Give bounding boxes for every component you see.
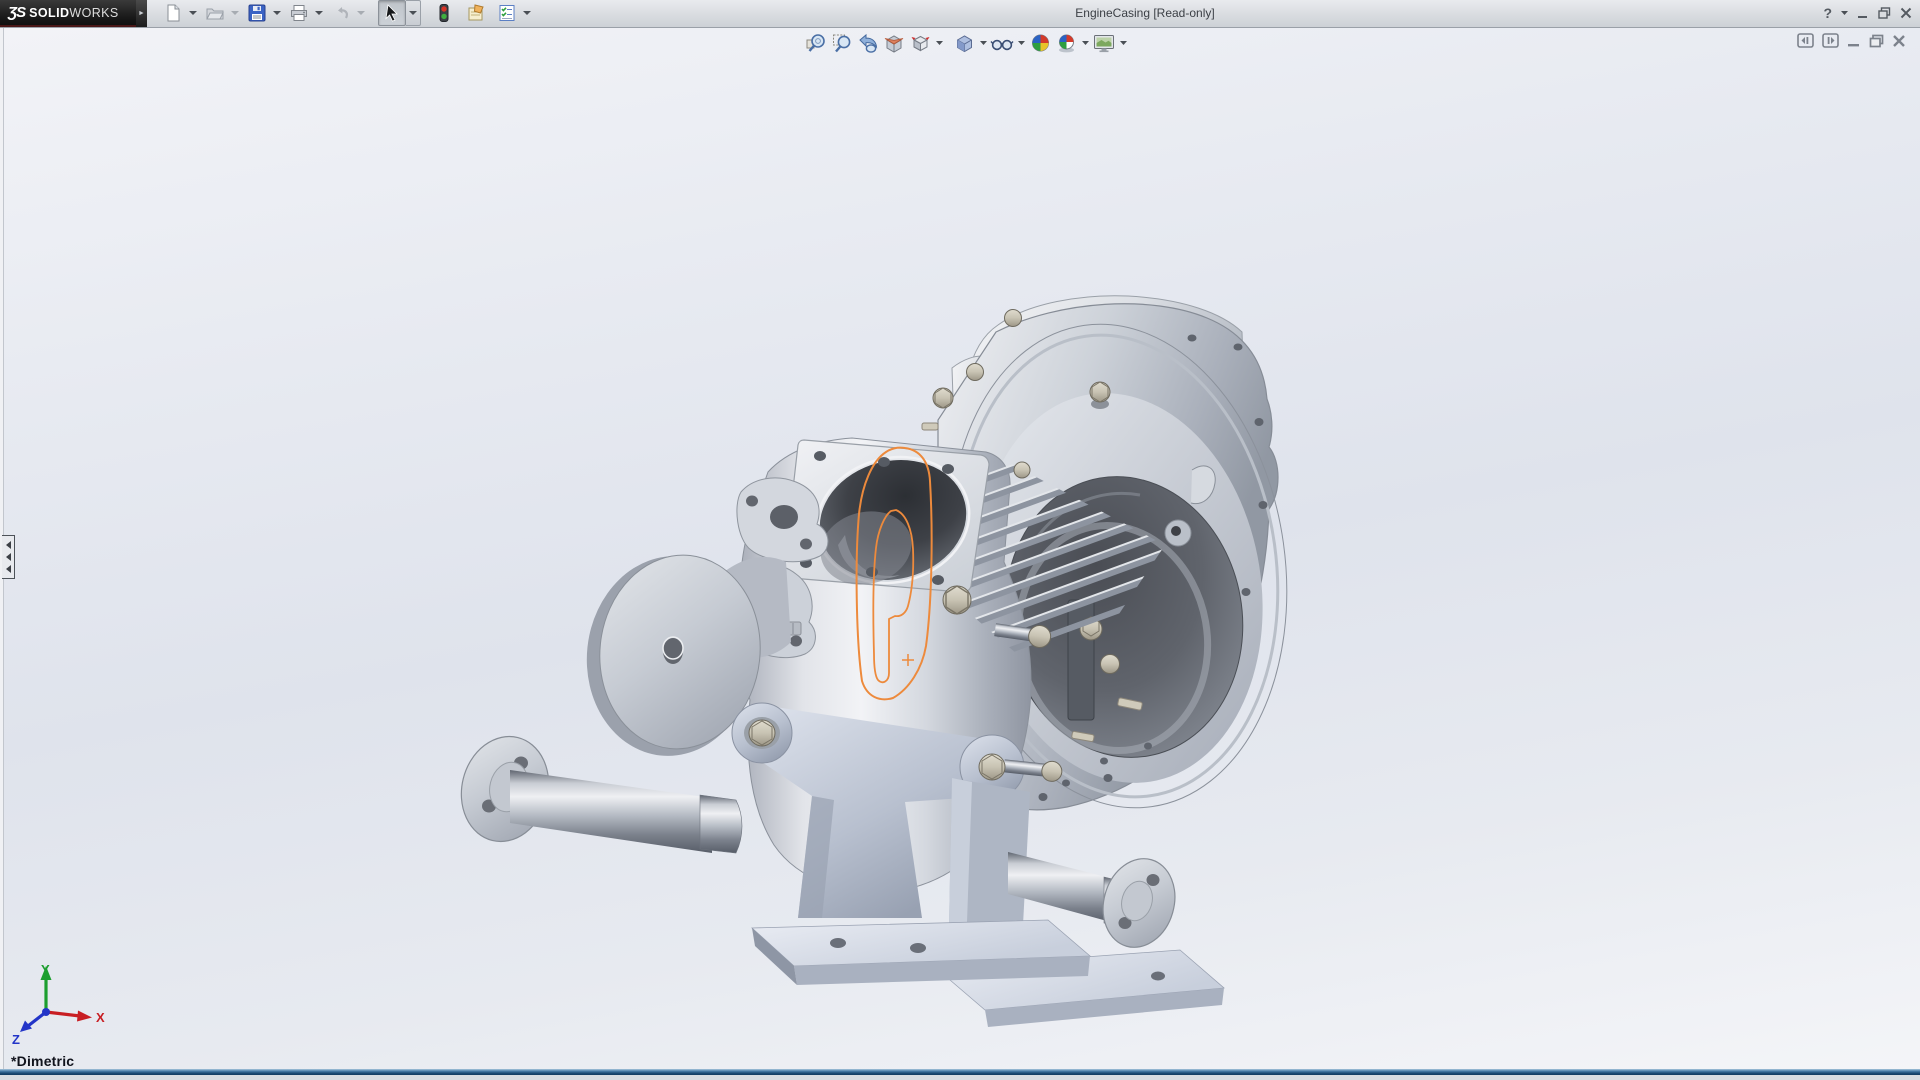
ds-logo-icon: ƷS xyxy=(8,4,25,21)
status-bar-edge xyxy=(0,1069,1920,1075)
restore-button[interactable] xyxy=(1878,7,1891,19)
feature-manager-expand-tab[interactable] xyxy=(2,535,15,579)
brand-works: WORKS xyxy=(69,6,118,20)
view-settings-dropdown[interactable] xyxy=(1079,30,1091,56)
help-button[interactable]: ? xyxy=(1823,5,1832,21)
undo-dropdown[interactable] xyxy=(354,1,367,25)
menu-expand-arrow[interactable]: ► xyxy=(136,0,147,27)
triad-y-label: Y xyxy=(41,962,50,977)
scene-monitor-icon xyxy=(1092,32,1116,55)
print-button[interactable] xyxy=(286,1,312,25)
hide-show-items-dropdown[interactable] xyxy=(1015,30,1027,56)
front-base-plate[interactable] xyxy=(752,920,1090,985)
brand-solid: SOLID xyxy=(29,6,69,20)
apply-scene-icon xyxy=(1029,32,1052,55)
eyeglasses-icon xyxy=(990,32,1014,55)
select-button[interactable] xyxy=(378,0,406,26)
scene-camera-button[interactable] xyxy=(1091,30,1117,56)
options-dropdown[interactable] xyxy=(520,1,533,25)
main-toolbar xyxy=(160,0,536,26)
options-button[interactable] xyxy=(494,1,520,25)
solidworks-window: ƷS SOLIDWORKS ► xyxy=(0,0,1920,1080)
reference-triad[interactable]: Y X Z xyxy=(8,962,108,1047)
zoom-to-area-icon xyxy=(831,32,854,55)
triad-x-label: X xyxy=(96,1010,105,1025)
new-document-dropdown[interactable] xyxy=(186,1,199,25)
new-document-button[interactable] xyxy=(160,1,186,25)
zoom-to-fit-button[interactable] xyxy=(803,30,829,56)
section-view-icon xyxy=(883,32,906,55)
view-orientation-icon xyxy=(909,32,932,55)
document-title: EngineCasing [Read-only] xyxy=(1040,0,1250,26)
graphics-viewport[interactable]: Y X Z *Dimetric xyxy=(0,27,1920,1075)
select-cursor-icon xyxy=(383,4,401,22)
view-settings-icon xyxy=(1055,32,1078,55)
open-folder-icon xyxy=(205,3,225,23)
headsup-view-toolbar xyxy=(803,30,1129,56)
print-dropdown[interactable] xyxy=(312,1,325,25)
undo-button[interactable] xyxy=(328,1,354,25)
previous-view-icon xyxy=(857,32,880,55)
new-document-icon xyxy=(163,3,183,23)
collapse-right-pane-button[interactable] xyxy=(1822,33,1839,48)
select-dropdown[interactable] xyxy=(406,0,421,26)
title-bar: ƷS SOLIDWORKS ► xyxy=(0,0,1920,28)
solidworks-logo: ƷS SOLIDWORKS xyxy=(0,0,136,27)
view-orientation-button[interactable] xyxy=(907,30,933,56)
document-minimize-button[interactable] xyxy=(1847,34,1861,48)
display-style-button[interactable] xyxy=(951,30,977,56)
section-view-button[interactable] xyxy=(881,30,907,56)
help-dropdown[interactable] xyxy=(1841,11,1848,16)
edit-appearance-button[interactable] xyxy=(463,1,489,25)
collapse-left-pane-button[interactable] xyxy=(1797,33,1814,48)
zoom-to-fit-icon xyxy=(805,32,828,55)
save-floppy-icon xyxy=(247,3,267,23)
scene-camera-dropdown[interactable] xyxy=(1117,30,1129,56)
open-button[interactable] xyxy=(202,1,228,25)
display-style-dropdown[interactable] xyxy=(977,30,989,56)
document-window-controls xyxy=(1797,33,1906,48)
zoom-to-area-button[interactable] xyxy=(829,30,855,56)
open-dropdown[interactable] xyxy=(228,1,241,25)
view-settings-button[interactable] xyxy=(1053,30,1079,56)
document-close-button[interactable] xyxy=(1892,34,1906,48)
rebuild-button[interactable] xyxy=(431,1,457,25)
window-controls: ? xyxy=(1823,0,1912,26)
previous-view-button[interactable] xyxy=(855,30,881,56)
minimize-button[interactable] xyxy=(1857,7,1869,19)
document-restore-button[interactable] xyxy=(1869,34,1884,48)
view-orientation-dropdown[interactable] xyxy=(933,30,945,56)
apply-scene-button[interactable] xyxy=(1027,30,1053,56)
close-button[interactable] xyxy=(1900,7,1912,19)
undo-arrow-icon xyxy=(331,3,351,23)
traffic-light-icon xyxy=(436,3,452,23)
print-icon xyxy=(289,3,309,23)
engine-casing-model[interactable] xyxy=(0,0,1920,1080)
save-dropdown[interactable] xyxy=(270,1,283,25)
options-list-icon xyxy=(497,3,517,23)
view-orientation-label: *Dimetric xyxy=(11,1053,74,1069)
save-button[interactable] xyxy=(244,1,270,25)
edit-appearance-icon xyxy=(466,3,487,23)
hide-show-items-button[interactable] xyxy=(989,30,1015,56)
display-style-icon xyxy=(953,32,976,55)
triad-z-label: Z xyxy=(12,1032,20,1047)
